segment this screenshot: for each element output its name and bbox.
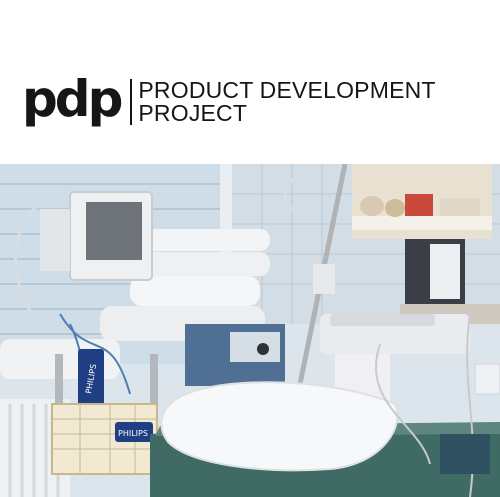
logo-mark: pdp	[22, 70, 123, 128]
basket-brand-label-2: PHILIPS	[118, 429, 148, 438]
logo-line-1: PRODUCT DEVELOPMENT	[138, 77, 436, 103]
logo-divider	[130, 79, 133, 125]
header: pdp PRODUCT DEVELOPMENT PROJECT	[0, 0, 500, 164]
hospital-room-illustration: PHILIPS PHILIPS	[0, 164, 500, 497]
logo-wordmark: PRODUCT DEVELOPMENT PROJECT	[138, 79, 435, 125]
brand-logo[interactable]: pdp PRODUCT DEVELOPMENT PROJECT	[22, 70, 436, 128]
logo-line-2: PROJECT	[138, 100, 248, 126]
hero-photo-hospital-room: PHILIPS PHILIPS	[0, 164, 500, 497]
